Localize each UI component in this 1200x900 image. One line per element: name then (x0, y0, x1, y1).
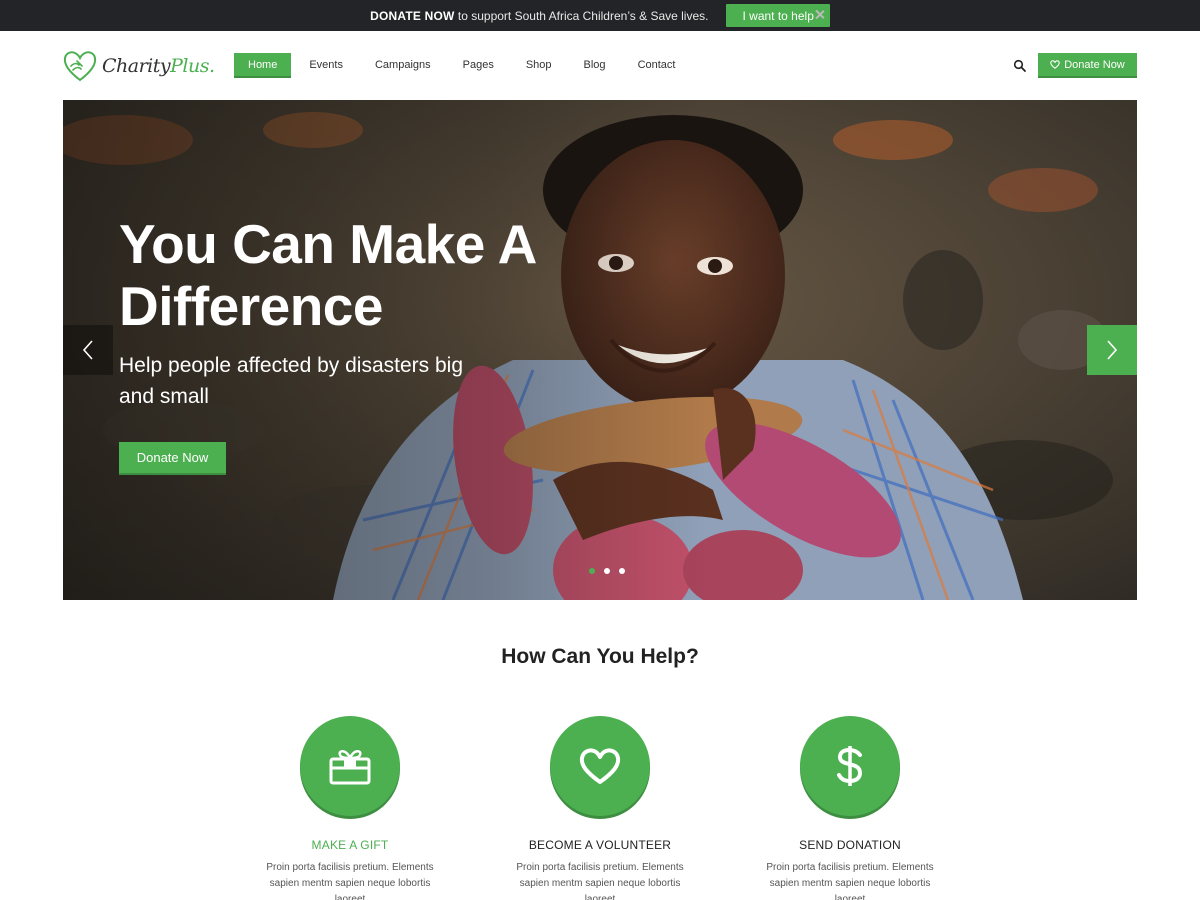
hands-heart-icon (63, 51, 97, 82)
slider-dot[interactable] (619, 568, 625, 574)
hero-subtitle: Help people affected by disasters big an… (119, 354, 463, 408)
feature-become-a-volunteer: BECOME A VOLUNTEER Proin porta facilisis… (500, 716, 700, 900)
heart-icon[interactable] (550, 716, 650, 816)
close-icon[interactable] (813, 8, 827, 22)
announcement-bold: DONATE NOW (370, 8, 455, 23)
dollar-icon[interactable] (800, 716, 900, 816)
nav-item-events[interactable]: Events (295, 53, 357, 78)
brand-name-part1: Charity (102, 55, 171, 77)
brand-name-part2: Plus. (170, 55, 215, 77)
feature-send-donation: SEND DONATION Proin porta facilisis pret… (750, 716, 950, 900)
feature-description: Proin porta facilisis pretium. Elements … (766, 862, 934, 900)
chevron-left-icon (82, 340, 93, 360)
feature-description: Proin porta facilisis pretium. Elements … (266, 862, 434, 900)
nav-item-home[interactable]: Home (234, 53, 292, 78)
logo[interactable]: CharityPlus. (62, 49, 215, 83)
feature-title[interactable]: MAKE A GIFT (250, 838, 450, 852)
feature-make-a-gift: MAKE A GIFT Proin porta facilisis pretiu… (250, 716, 450, 900)
header-donate-label: Donate Now (1064, 58, 1125, 71)
nav-item-shop[interactable]: Shop (512, 53, 566, 78)
gift-icon[interactable] (300, 716, 400, 816)
help-section-title: How Can You Help? (501, 645, 699, 668)
slider-dot[interactable] (604, 568, 610, 574)
announcement-message: to support South Africa Children’s & Sav… (454, 8, 709, 23)
hero-title: You Can Make A Difference (119, 213, 535, 337)
announcement-text: DONATE NOW to support South Africa Child… (370, 9, 708, 23)
slider-dots (589, 568, 625, 574)
search-icon[interactable] (1013, 59, 1027, 73)
slider-dot[interactable] (589, 568, 595, 574)
slider-next-button[interactable] (1087, 325, 1137, 375)
feature-title[interactable]: SEND DONATION (750, 838, 950, 852)
hero-donate-button[interactable]: Donate Now (119, 442, 226, 475)
heart-icon (1050, 60, 1060, 69)
feature-title[interactable]: BECOME A VOLUNTEER (500, 838, 700, 852)
nav-item-blog[interactable]: Blog (570, 53, 620, 78)
slider-prev-button[interactable] (63, 325, 113, 375)
chevron-right-icon (1107, 340, 1118, 360)
site-header: CharityPlus. Home Events Campaigns Pages… (0, 31, 1200, 100)
brand-name: CharityPlus. (102, 55, 215, 77)
nav-item-pages[interactable]: Pages (449, 53, 508, 78)
feature-description: Proin porta facilisis pretium. Elements … (516, 862, 684, 900)
nav-item-contact[interactable]: Contact (624, 53, 690, 78)
hero-slider: You Can Make A Difference Help people af… (63, 100, 1137, 600)
main-nav: Home Events Campaigns Pages Shop Blog Co… (234, 53, 693, 78)
header-donate-button[interactable]: Donate Now (1038, 53, 1137, 78)
announcement-bar: DONATE NOW to support South Africa Child… (0, 0, 1200, 31)
nav-item-campaigns[interactable]: Campaigns (361, 53, 445, 78)
